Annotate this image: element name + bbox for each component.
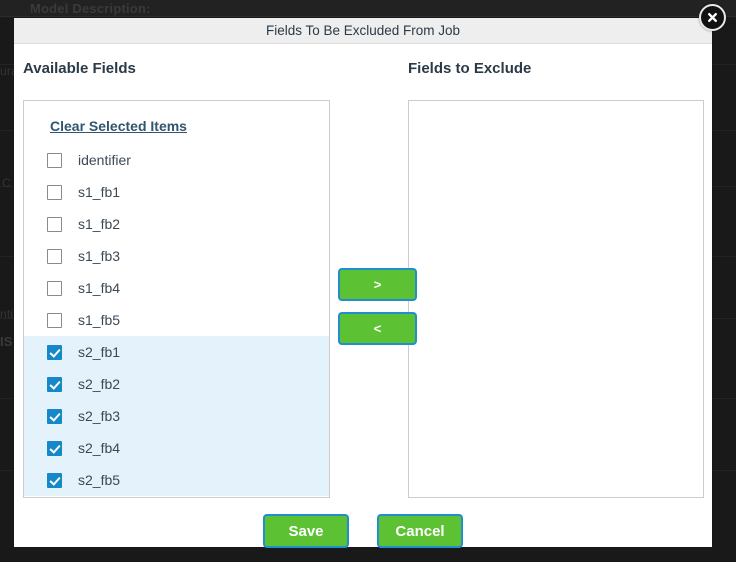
move-left-button[interactable]: <	[338, 312, 417, 345]
field-row[interactable]: s2_fb5	[24, 464, 329, 496]
field-checkbox[interactable]	[47, 249, 62, 264]
dialog-footer: Save Cancel	[14, 514, 712, 548]
field-label: s2_fb1	[78, 344, 120, 360]
field-row[interactable]: s2_fb4	[24, 432, 329, 464]
field-label: s2_fb3	[78, 408, 120, 424]
field-checkbox[interactable]	[47, 345, 62, 360]
field-checkbox[interactable]	[47, 377, 62, 392]
fields-to-exclude-heading: Fields to Exclude	[408, 60, 531, 77]
field-checkbox[interactable]	[47, 217, 62, 232]
field-row[interactable]: s1_fb3	[24, 240, 329, 272]
field-checkbox[interactable]	[47, 185, 62, 200]
field-row[interactable]: s2_fb3	[24, 400, 329, 432]
field-row[interactable]: s1_fb5	[24, 304, 329, 336]
clear-selected-items-link[interactable]: Clear Selected Items	[50, 118, 187, 134]
field-row[interactable]: identifier	[24, 144, 329, 176]
background-text-fragment: C	[2, 176, 11, 190]
fields-exclusion-dialog: Fields To Be Excluded From Job Available…	[14, 18, 712, 547]
field-checkbox[interactable]	[47, 153, 62, 168]
background-text-fragment: IS	[0, 334, 13, 349]
cancel-button[interactable]: Cancel	[377, 514, 463, 548]
move-right-button[interactable]: >	[338, 268, 417, 301]
field-label: s2_fb2	[78, 376, 120, 392]
background-text-fragment: nti	[0, 307, 13, 321]
field-label: s2_fb5	[78, 472, 120, 488]
field-checkbox[interactable]	[47, 409, 62, 424]
field-row[interactable]: s1_fb4	[24, 272, 329, 304]
field-row[interactable]: s1_fb2	[24, 208, 329, 240]
field-label: s1_fb1	[78, 184, 120, 200]
field-checkbox[interactable]	[47, 313, 62, 328]
background-model-description-label: Model Description:	[30, 1, 151, 16]
dialog-titlebar: Fields To Be Excluded From Job	[14, 18, 712, 44]
field-label: s1_fb4	[78, 280, 120, 296]
field-label: s2_fb4	[78, 440, 120, 456]
field-row[interactable]: s2_fb2	[24, 368, 329, 400]
background-app-header: Model Description:	[0, 0, 736, 17]
field-checkbox[interactable]	[47, 441, 62, 456]
field-checkbox[interactable]	[47, 281, 62, 296]
field-checkbox[interactable]	[47, 473, 62, 488]
field-label: identifier	[78, 152, 131, 168]
dialog-title: Fields To Be Excluded From Job	[266, 23, 460, 38]
field-label: s1_fb5	[78, 312, 120, 328]
dialog-body: Available Fields Fields to Exclude Clear…	[14, 44, 712, 547]
field-row[interactable]: s2_fb1	[24, 336, 329, 368]
field-row[interactable]: s1_fb1	[24, 176, 329, 208]
available-fields-heading: Available Fields	[23, 60, 136, 77]
field-label: s1_fb2	[78, 216, 120, 232]
field-label: s1_fb3	[78, 248, 120, 264]
available-fields-list[interactable]: Clear Selected Items identifier s1_fb1 s1_…	[23, 100, 330, 498]
close-icon[interactable]	[699, 4, 726, 31]
save-button[interactable]: Save	[263, 514, 349, 548]
fields-to-exclude-list[interactable]	[408, 100, 704, 498]
available-fields-rows: identifier s1_fb1 s1_fb2 s1_fb3 s1_fb4 s1_fb5…	[24, 144, 329, 496]
